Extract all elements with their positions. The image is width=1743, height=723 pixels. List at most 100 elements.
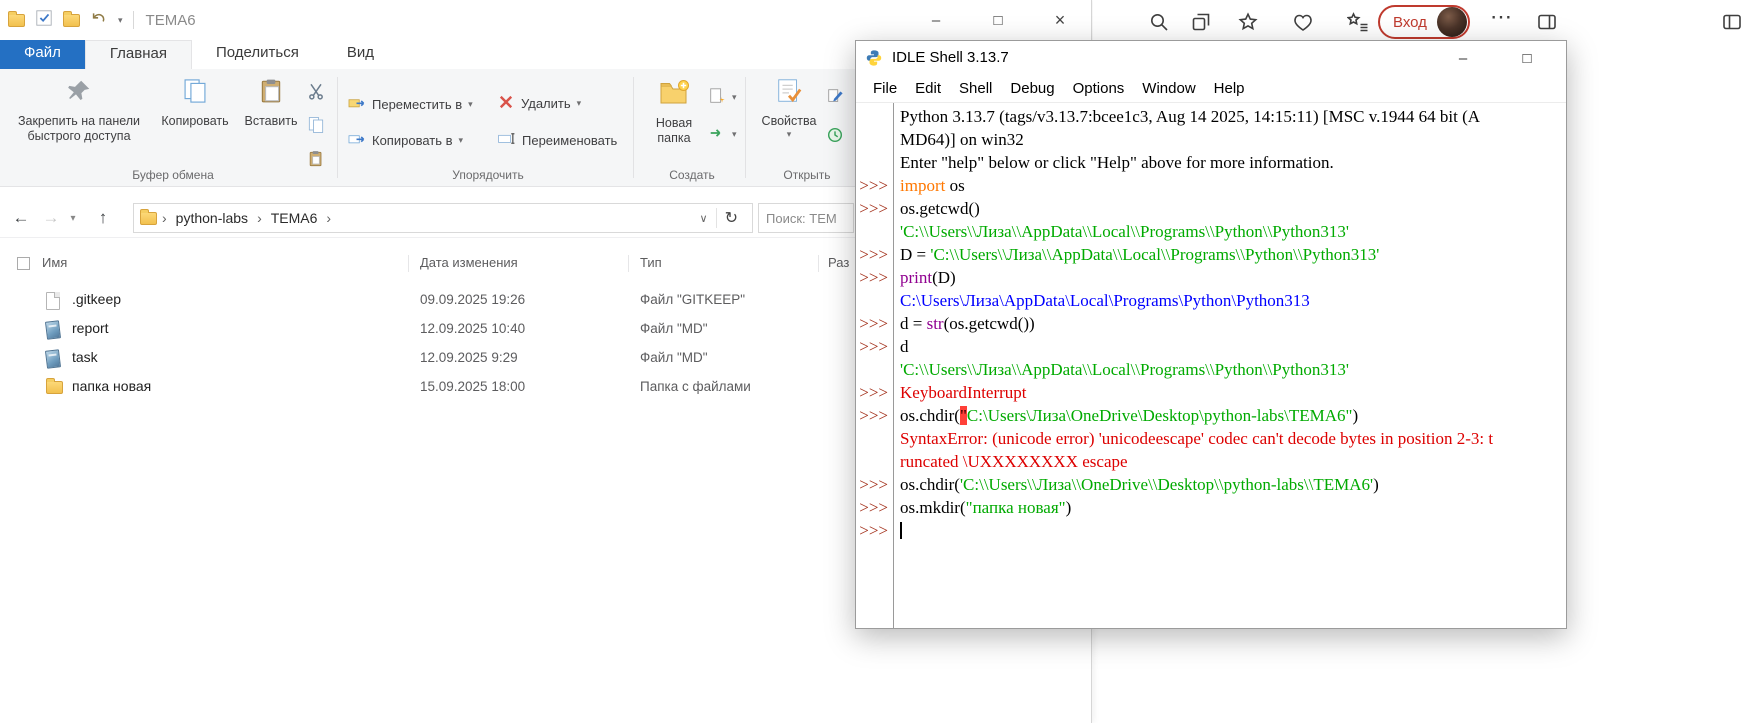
folder-icon[interactable]: [8, 14, 25, 27]
open-small-buttons: [826, 87, 844, 149]
favorites-bar-icon[interactable]: [1347, 11, 1369, 33]
shell-code[interactable]: os.chdir('C:\\Users\\Лиза\\OneDrive\\Des…: [893, 473, 1566, 496]
shell-gutter: [856, 105, 893, 128]
copilot-sidebar-icon[interactable]: [1721, 11, 1743, 33]
column-size[interactable]: Раз: [828, 255, 849, 270]
maximize-button[interactable]: □: [967, 0, 1029, 40]
refresh-icon[interactable]: ↻: [717, 208, 746, 228]
shell-prompt: >>>: [856, 335, 893, 358]
shell-code[interactable]: 'C:\\Users\\Лиза\\AppData\\Local\\Progra…: [893, 358, 1566, 381]
column-name[interactable]: Имя: [42, 255, 67, 270]
column-divider[interactable]: [408, 255, 409, 272]
minimize-button[interactable]: –: [1438, 41, 1488, 75]
tab-file-menu[interactable]: Файл: [0, 40, 85, 69]
minimize-button[interactable]: –: [905, 0, 967, 40]
shell-code[interactable]: 'C:\\Users\\Лиза\\AppData\\Local\\Progra…: [893, 220, 1566, 243]
new-folder-button[interactable]: Новая папка: [643, 77, 705, 147]
shell-code[interactable]: D = 'C:\\Users\\Лиза\\AppData\\Local\\Pr…: [893, 243, 1566, 266]
idle-menu-debug[interactable]: Debug: [1001, 76, 1063, 101]
tab-view[interactable]: Вид: [323, 40, 398, 69]
select-all-checkbox[interactable]: [17, 257, 30, 270]
undo-icon[interactable]: [90, 9, 108, 32]
copy-path-icon[interactable]: [306, 115, 326, 140]
copy-icon: [152, 77, 238, 110]
easy-access-button[interactable]: ▾: [708, 124, 737, 145]
forward-icon[interactable]: →: [38, 198, 64, 238]
shell-code[interactable]: import os: [893, 174, 1566, 197]
shell-code[interactable]: os.chdir("C:\Users\Лиза\OneDrive\Desktop…: [893, 404, 1566, 427]
shell-code[interactable]: C:\Users\Лиза\AppData\Local\Programs\Pyt…: [893, 289, 1566, 312]
shell-code[interactable]: Enter "help" below or click "Help" above…: [893, 151, 1566, 174]
collections-icon[interactable]: [1190, 11, 1212, 33]
shell-code[interactable]: KeyboardInterrupt: [893, 381, 1566, 404]
column-type[interactable]: Тип: [640, 255, 662, 270]
tab-share[interactable]: Поделиться: [192, 40, 323, 69]
idle-menu-options[interactable]: Options: [1064, 76, 1134, 101]
shell-code[interactable]: print(D): [893, 266, 1566, 289]
history-icon[interactable]: [826, 126, 844, 149]
idle-titlebar[interactable]: IDLE Shell 3.13.7 – □: [856, 41, 1566, 75]
pin-to-quick-access-button[interactable]: Закрепить на панели быстрого доступа: [10, 77, 148, 145]
breadcrumb[interactable]: ›python-labs›TEMA6› ∨ ↻: [133, 203, 753, 233]
paste-button[interactable]: Вставить: [240, 77, 302, 129]
maximize-button[interactable]: □: [1502, 41, 1552, 75]
delete-x-icon: [497, 93, 515, 114]
file-name[interactable]: task: [72, 349, 98, 365]
properties-button[interactable]: Свойства ▾: [755, 77, 823, 141]
dropdown-arrow-icon: ▾: [459, 135, 464, 146]
new-item-button[interactable]: ▾: [708, 87, 737, 108]
close-button[interactable]: ×: [1029, 0, 1091, 40]
shell-code[interactable]: os.getcwd(): [893, 197, 1566, 220]
profile-avatar[interactable]: [1437, 7, 1467, 37]
copy-button[interactable]: Копировать: [152, 77, 238, 129]
address-dropdown-icon[interactable]: ∨: [692, 212, 716, 225]
idle-shell-content[interactable]: Python 3.13.7 (tags/v3.13.7:bcee1c3, Aug…: [856, 103, 1566, 628]
sidebar-icon[interactable]: [1536, 11, 1558, 33]
search-icon[interactable]: [1148, 11, 1170, 33]
breadcrumb-item[interactable]: python-labs: [172, 210, 252, 226]
idle-menu-file[interactable]: File: [864, 76, 906, 101]
shell-code[interactable]: runcated \UXXXXXXXX escape: [893, 450, 1566, 473]
signin-button[interactable]: Вход: [1378, 5, 1470, 39]
up-icon[interactable]: ↑: [90, 198, 116, 238]
favorites-star-icon[interactable]: [1237, 11, 1259, 33]
idle-menu-help[interactable]: Help: [1205, 76, 1254, 101]
shell-code[interactable]: d = str(os.getcwd()): [893, 312, 1566, 335]
browser-essentials-icon[interactable]: [1292, 11, 1314, 33]
file-name[interactable]: report: [72, 320, 109, 336]
file-name[interactable]: папка новая: [72, 378, 151, 394]
delete-button[interactable]: Удалить ▾: [497, 93, 581, 114]
qat-dropdown-icon[interactable]: ▾: [118, 15, 123, 26]
search-input[interactable]: Поиск: TEM: [758, 203, 854, 233]
idle-menu-edit[interactable]: Edit: [906, 76, 950, 101]
file-date: 15.09.2025 18:00: [420, 379, 525, 394]
idle-menu-shell[interactable]: Shell: [950, 76, 1001, 101]
tab-home[interactable]: Главная: [85, 40, 192, 69]
shell-code[interactable]: d: [893, 335, 1566, 358]
shell-prompt: >>>: [856, 404, 893, 427]
copy-to-button[interactable]: Копировать в ▾: [347, 129, 463, 151]
cut-icon[interactable]: [306, 81, 326, 106]
properties-check-icon[interactable]: [35, 9, 53, 32]
shell-code[interactable]: MD64)] on win32: [893, 128, 1566, 151]
shell-code[interactable]: SyntaxError: (unicode error) 'unicodeesc…: [893, 427, 1566, 450]
browser-menu-icon[interactable]: ⋯: [1490, 4, 1512, 30]
breadcrumb-item[interactable]: TEMA6: [267, 210, 322, 226]
move-to-button[interactable]: Переместить в ▾: [347, 93, 473, 115]
rename-button[interactable]: Переименовать: [497, 129, 617, 151]
file-name[interactable]: .gitkeep: [72, 291, 121, 307]
column-date[interactable]: Дата изменения: [420, 255, 518, 270]
file-date: 12.09.2025 10:40: [420, 321, 525, 336]
shell-code[interactable]: [893, 519, 1566, 542]
recent-locations-dropdown-icon[interactable]: ▾: [64, 198, 82, 238]
column-divider[interactable]: [628, 255, 629, 272]
shell-code[interactable]: Python 3.13.7 (tags/v3.13.7:bcee1c3, Aug…: [893, 105, 1566, 128]
file-date: 09.09.2025 19:26: [420, 292, 525, 307]
back-icon[interactable]: ←: [8, 198, 34, 238]
edit-icon[interactable]: [826, 87, 844, 110]
new-folder-qat-icon[interactable]: [63, 14, 80, 27]
shell-code[interactable]: os.mkdir("папка новая"): [893, 496, 1566, 519]
idle-menu-window[interactable]: Window: [1133, 76, 1204, 101]
column-divider[interactable]: [818, 255, 819, 272]
shell-prompt: >>>: [856, 473, 893, 496]
